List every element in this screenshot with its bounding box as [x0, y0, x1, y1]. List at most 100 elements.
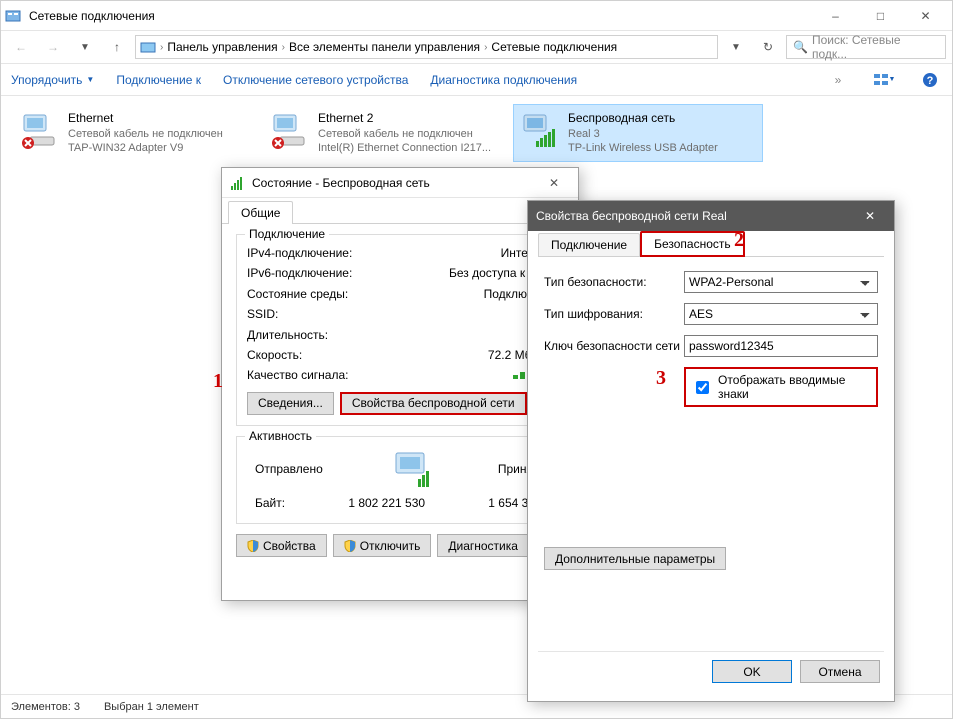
advanced-settings-button[interactable]: Дополнительные параметры — [544, 547, 726, 570]
adapter-wifi-icon — [520, 111, 560, 151]
nav-up-button[interactable]: ↑ — [103, 35, 131, 59]
properties-content: Тип безопасности: WPA2-Personal Тип шифр… — [538, 257, 884, 651]
cmd-connect[interactable]: Подключение к — [116, 73, 201, 87]
breadcrumb-item[interactable]: Панель управления› — [167, 40, 285, 54]
breadcrumb-icon — [140, 39, 156, 55]
shield-icon — [344, 540, 356, 552]
status-dialog-title: Состояние - Беспроводная сеть — [252, 176, 534, 190]
properties-tabs: Подключение Безопасность 2 — [538, 231, 884, 257]
app-icon — [5, 8, 21, 24]
adapter-item-selected[interactable]: Беспроводная сеть Real 3 TP-Link Wireles… — [513, 104, 763, 162]
adapter-status: Real 3 — [568, 127, 718, 141]
bytes-label: Байт: — [255, 493, 285, 513]
group-activity-label: Активность — [245, 429, 316, 443]
activity-sent-label: Отправлено — [255, 462, 323, 476]
properties-button[interactable]: Свойства — [236, 534, 327, 557]
close-button[interactable]: ✕ — [903, 2, 948, 30]
properties-button-bar: OK Отмена — [538, 651, 884, 691]
refresh-button[interactable]: ↻ — [754, 35, 782, 59]
show-characters-row: Отображать вводимые знаки 3 — [684, 367, 878, 407]
adapter-disconnected-icon — [20, 111, 60, 151]
annotation-3: 3 — [656, 367, 666, 390]
cmd-disable[interactable]: Отключение сетевого устройства — [223, 73, 408, 87]
status-dialog-close[interactable]: ✕ — [534, 170, 574, 196]
properties-dialog-titlebar: Свойства беспроводной сети Real ✕ — [528, 201, 894, 231]
adapter-name: Ethernet — [68, 111, 223, 127]
security-type-select[interactable]: WPA2-Personal — [684, 271, 878, 293]
status-dialog-titlebar: Состояние - Беспроводная сеть ✕ — [222, 168, 578, 198]
address-bar: ← → ▼ ↑ › Панель управления› Все элемент… — [1, 31, 952, 64]
properties-dialog: Свойства беспроводной сети Real ✕ Подклю… — [527, 200, 895, 702]
properties-dialog-close[interactable]: ✕ — [850, 203, 890, 229]
command-bar: Упорядочить▼ Подключение к Отключение се… — [1, 64, 952, 96]
adapter-name: Ethernet 2 — [318, 111, 491, 127]
view-icon[interactable]: ▼ — [872, 68, 896, 92]
status-dialog: Состояние - Беспроводная сеть ✕ Общие По… — [221, 167, 579, 601]
status-selected: Выбран 1 элемент — [104, 701, 199, 713]
speed-label: Скорость: — [247, 345, 302, 365]
search-placeholder: Поиск: Сетевые подк... — [812, 33, 939, 61]
wireless-properties-button[interactable]: Свойства беспроводной сети — [340, 392, 527, 415]
security-key-label: Ключ безопасности сети — [544, 339, 684, 353]
encryption-select[interactable]: AES — [684, 303, 878, 325]
svg-text:?: ? — [927, 75, 934, 87]
cmd-organize[interactable]: Упорядочить▼ — [11, 73, 94, 87]
nav-back-button[interactable]: ← — [7, 35, 35, 59]
titlebar: Сетевые подключения – □ ✕ — [1, 1, 952, 31]
security-type-label: Тип безопасности: — [544, 275, 684, 289]
status-elements: Элементов: 3 — [11, 701, 80, 713]
adapter-status: Сетевой кабель не подключен — [68, 127, 223, 141]
annotation-2: 2 — [734, 229, 744, 252]
details-button[interactable]: Сведения... — [247, 392, 334, 415]
minimize-button[interactable]: – — [813, 2, 858, 30]
adapter-device: Intel(R) Ethernet Connection I217... — [318, 141, 491, 155]
quality-label: Качество сигнала: — [247, 365, 348, 385]
maximize-button[interactable]: □ — [858, 2, 903, 30]
bytes-sent: 1 802 221 530 — [348, 493, 425, 513]
adapter-status: Сетевой кабель не подключен — [318, 127, 491, 141]
security-key-input[interactable] — [684, 335, 878, 357]
wifi-signal-icon — [230, 175, 246, 191]
nav-recent-button[interactable]: ▼ — [71, 35, 99, 59]
group-connection: Подключение IPv4-подключение:Интернет IP… — [236, 234, 564, 426]
disable-button[interactable]: Отключить — [333, 534, 432, 557]
ok-button[interactable]: OK — [712, 660, 792, 683]
breadcrumb-item[interactable]: Сетевые подключения — [491, 40, 617, 54]
window-controls: – □ ✕ — [813, 2, 948, 30]
adapter-disconnected-icon — [270, 111, 310, 151]
adapter-list: Ethernet Сетевой кабель не подключен TAP… — [13, 104, 940, 162]
properties-dialog-title: Свойства беспроводной сети Real — [536, 209, 850, 223]
cancel-button[interactable]: Отмена — [800, 660, 880, 683]
adapter-device: TAP-WIN32 Adapter V9 — [68, 141, 223, 155]
show-characters-label: Отображать вводимые знаки — [718, 373, 870, 401]
adapter-item[interactable]: Ethernet Сетевой кабель не подключен TAP… — [13, 104, 263, 162]
breadcrumb[interactable]: › Панель управления› Все элементы панели… — [135, 35, 718, 59]
help-icon[interactable]: ? — [918, 68, 942, 92]
ipv6-label: IPv6-подключение: — [247, 263, 352, 283]
tab-connection[interactable]: Подключение — [538, 233, 640, 256]
cmd-diagnose[interactable]: Диагностика подключения — [430, 73, 577, 87]
group-activity: Активность Отправлено Принято Байт: 1 80… — [236, 436, 564, 524]
annotation-1: 1 — [213, 370, 223, 393]
history-button[interactable]: ▼ — [722, 35, 750, 59]
rename-icon[interactable]: » — [826, 68, 850, 92]
search-input[interactable]: 🔍 Поиск: Сетевые подк... — [786, 35, 946, 59]
tab-general[interactable]: Общие — [228, 201, 293, 224]
shield-icon — [247, 540, 259, 552]
search-icon: 🔍 — [793, 40, 808, 54]
activity-icon — [378, 449, 442, 489]
breadcrumb-item[interactable]: Все элементы панели управления› — [289, 40, 487, 54]
window-title: Сетевые подключения — [29, 9, 813, 23]
duration-label: Длительность: — [247, 325, 328, 345]
ipv4-label: IPv4-подключение: — [247, 243, 352, 263]
ssid-label: SSID: — [247, 304, 278, 324]
status-tabs: Общие — [222, 198, 578, 224]
encryption-label: Тип шифрования: — [544, 307, 684, 321]
adapter-item[interactable]: Ethernet 2 Сетевой кабель не подключен I… — [263, 104, 513, 162]
adapter-name: Беспроводная сеть — [568, 111, 718, 127]
nav-forward-button[interactable]: → — [39, 35, 67, 59]
tab-security[interactable]: Безопасность — [640, 231, 745, 257]
group-connection-label: Подключение — [245, 227, 329, 241]
diagnose-button[interactable]: Диагностика — [437, 534, 529, 557]
show-characters-checkbox[interactable] — [696, 381, 709, 394]
